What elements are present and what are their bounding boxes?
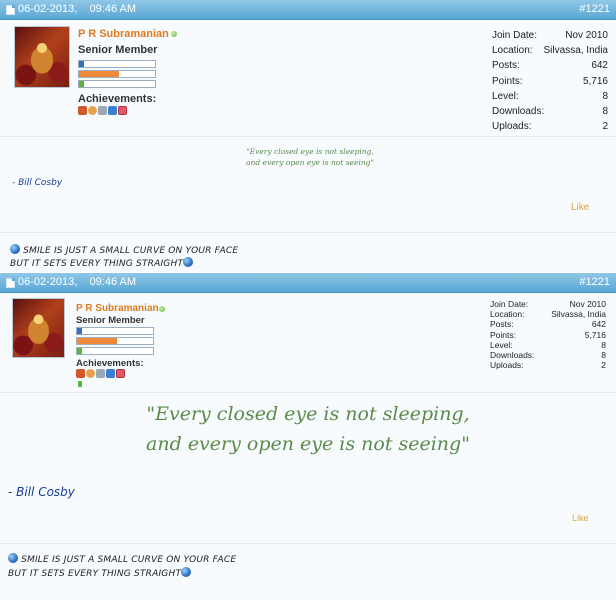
person-achievement-icon[interactable] — [88, 106, 97, 115]
user-avatar[interactable] — [14, 26, 70, 88]
signature: SMILE IS JUST A SMALL CURVE ON YOUR FACE… — [10, 244, 239, 269]
smiley-icon — [181, 567, 192, 577]
quote-text: "Every closed eye is not sleeping, and e… — [146, 403, 470, 455]
achievements-label: Achievements: — [76, 358, 144, 369]
user-stats: Join Date: Nov 2010 Location: Silvassa, In… — [490, 299, 606, 370]
achievements-label: Achievements: — [78, 93, 157, 105]
level-bar — [78, 80, 156, 88]
user-avatar[interactable] — [12, 298, 65, 358]
post-date: 06-02-2013, 09:46 AM — [18, 3, 136, 15]
post-header-bar: 06-02-2013, 09:46 AM #1221 — [0, 273, 616, 293]
stat-posts: Posts: 642 — [492, 60, 608, 72]
flag-achievement-icon[interactable] — [106, 369, 115, 378]
reputation-bar — [76, 327, 154, 335]
online-status-icon — [159, 306, 165, 312]
smiley-icon — [183, 257, 194, 267]
post-document-icon — [6, 5, 15, 15]
stat-level: Level: 8 — [492, 90, 608, 102]
post-date-value: 06-02-2013, — [18, 276, 78, 288]
signature-divider — [0, 232, 616, 233]
stat-downloads: Downloads: 8 — [492, 106, 608, 118]
username-link[interactable]: P R Subramanian — [76, 303, 159, 314]
forum-post: 06-02-2013, 09:46 AM #1221 P R Subramani… — [0, 0, 616, 272]
reputation-bar — [78, 60, 156, 68]
stat-downloads: Downloads: 8 — [490, 350, 606, 361]
stat-uploads: Uploads: 2 — [490, 360, 606, 371]
level-indicator-icon — [78, 381, 82, 387]
signature: SMILE IS JUST A SMALL CURVE ON YOUR FACE… — [8, 553, 237, 579]
level-bar — [76, 347, 154, 355]
stat-location: Location: Silvassa, India — [490, 309, 606, 320]
achievements-row — [76, 369, 125, 378]
user-title: Senior Member — [78, 44, 158, 56]
stat-join-date: Join Date: Nov 2010 — [492, 30, 608, 41]
calendar-achievement-icon[interactable] — [116, 369, 125, 378]
pencil-achievement-icon[interactable] — [96, 369, 105, 378]
smiley-icon — [8, 553, 18, 563]
like-button[interactable]: Like — [572, 513, 589, 523]
stat-location: Location: Silvassa, India — [492, 45, 608, 57]
quote-text: "Every closed eye is not sleeping, and e… — [246, 147, 374, 167]
username-link[interactable]: P R Subramanian — [78, 28, 169, 40]
users-achievement-icon[interactable] — [78, 106, 87, 115]
post-date-value: 06-02-2013, — [18, 3, 78, 15]
forum-post: 06-02-2013, 09:46 AM #1221 P R Subramani… — [0, 273, 616, 600]
quote-author: - Bill Cosby — [8, 485, 75, 499]
stat-posts: Posts: 642 — [490, 319, 606, 330]
users-achievement-icon[interactable] — [76, 369, 85, 378]
calendar-achievement-icon[interactable] — [118, 106, 127, 115]
post-document-icon — [6, 278, 15, 288]
flag-achievement-icon[interactable] — [108, 106, 117, 115]
user-title: Senior Member — [76, 315, 145, 326]
post-time: 09:46 AM — [89, 3, 137, 15]
smiley-icon — [10, 244, 20, 254]
user-stats: Join Date: Nov 2010 Location: Silvassa, In… — [492, 28, 608, 134]
activity-bar — [76, 337, 154, 345]
stat-join-date: Join Date: Nov 2010 — [490, 299, 606, 309]
person-achievement-icon[interactable] — [86, 369, 95, 378]
post-header-bar: 06-02-2013, 09:46 AM #1221 — [0, 0, 616, 20]
pencil-achievement-icon[interactable] — [98, 106, 107, 115]
post-divider — [0, 392, 616, 393]
quote-author: - Bill Cosby — [12, 178, 63, 188]
stat-points: Points: 5,716 — [490, 329, 606, 340]
post-number-link[interactable]: #1221 — [579, 3, 610, 15]
post-divider — [0, 136, 616, 137]
post-time: 09:46 AM — [89, 276, 137, 288]
post-number-link[interactable]: #1221 — [579, 276, 610, 288]
achievements-row — [78, 106, 127, 115]
activity-bar — [78, 70, 156, 78]
stat-points: Points: 5,716 — [492, 75, 608, 87]
like-button[interactable]: Like — [571, 202, 589, 213]
stat-uploads: Uploads: 2 — [492, 121, 608, 133]
stat-level: Level: 8 — [490, 339, 606, 350]
post-date: 06-02-2013, 09:46 AM — [18, 276, 136, 288]
signature-divider — [0, 543, 616, 544]
online-status-icon — [171, 31, 177, 37]
